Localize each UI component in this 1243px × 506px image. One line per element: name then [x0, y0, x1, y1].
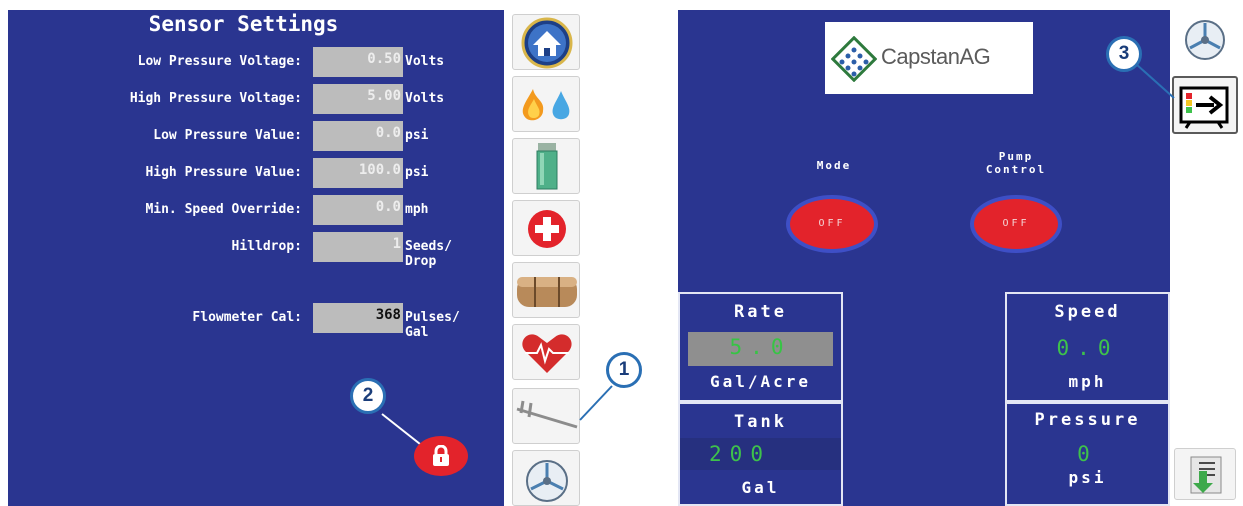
- caliper-icon: [516, 400, 578, 429]
- rate-value: 5.0: [729, 335, 792, 359]
- tank-icon: [517, 277, 577, 307]
- callout-1-leader: [579, 385, 613, 421]
- callout-3: 3: [1106, 36, 1142, 72]
- fire-water-icon: [522, 89, 570, 121]
- jar-icon: [536, 143, 558, 190]
- low-pressure-value-label: Low Pressure Value:: [153, 128, 302, 143]
- tank-unit: Gal: [741, 478, 780, 497]
- callout-3-leader: [1135, 63, 1175, 99]
- medical-cross-icon: [528, 210, 566, 248]
- tank-value: 200: [709, 442, 771, 466]
- flowmeter-cal-label: Flowmeter Cal:: [192, 310, 302, 325]
- low-pressure-voltage-label: Low Pressure Voltage:: [137, 54, 302, 69]
- fan-button[interactable]: [512, 450, 580, 506]
- high-pressure-value-label: High Pressure Value:: [145, 165, 302, 180]
- high-pressure-value-field[interactable]: 100.0: [313, 158, 403, 188]
- pump-control-label-line2: Control: [985, 163, 1047, 176]
- low-pressure-voltage-unit: Volts: [405, 54, 445, 69]
- high-pressure-voltage-field[interactable]: 5.00: [313, 84, 403, 114]
- pressure-unit: psi: [1068, 468, 1107, 487]
- min-speed-override-field[interactable]: 0.0: [313, 195, 403, 225]
- logo-diamond-icon: [831, 36, 877, 82]
- hilldrop-unit-line1: Seeds/: [405, 239, 452, 254]
- high-pressure-voltage-label: High Pressure Voltage:: [129, 91, 302, 106]
- main-run-screen: CapstanAG Mode OFF Pump Control OFF Rate…: [678, 10, 1170, 506]
- mode-label: Mode: [816, 159, 852, 172]
- health-monitor-button[interactable]: [512, 324, 580, 380]
- low-pressure-value-field[interactable]: 0.0: [313, 121, 403, 151]
- tank-title: Tank: [734, 412, 787, 432]
- pressure-title: Pressure: [1034, 410, 1141, 430]
- calibration-button[interactable]: [512, 388, 580, 444]
- callout-2: 2: [350, 378, 386, 414]
- speed-unit: mph: [1068, 372, 1107, 391]
- tank-tile[interactable]: Tank 200 Gal: [678, 402, 843, 506]
- home-button[interactable]: [512, 14, 580, 70]
- fan-icon: [526, 460, 568, 502]
- hilldrop-field[interactable]: 1: [313, 232, 403, 262]
- mode-toggle-button[interactable]: OFF: [786, 195, 878, 253]
- settings-menu-strip: [506, 10, 590, 506]
- low-pressure-value-unit: psi: [405, 128, 429, 143]
- logo-text: CapstanAG: [881, 44, 991, 69]
- lock-icon: [433, 445, 449, 466]
- hilldrop-unit: Seeds/ Drop: [405, 239, 452, 269]
- speed-tile[interactable]: Speed 0.0 mph: [1005, 292, 1170, 402]
- pump-control-label-line1: Pump: [998, 150, 1034, 163]
- fan-button-top[interactable]: [1172, 14, 1238, 68]
- rate-value-box: 5.0: [688, 332, 833, 366]
- home-icon: [521, 17, 573, 69]
- min-speed-override-unit: mph: [405, 202, 429, 217]
- flowmeter-cal-unit-line1: Pulses/: [405, 310, 460, 325]
- tank-button[interactable]: [512, 262, 580, 318]
- rate-tile[interactable]: Rate 5.0 Gal/Acre: [678, 292, 843, 402]
- tank-value-box: 200: [680, 438, 841, 470]
- low-pressure-voltage-field[interactable]: 0.50: [313, 47, 403, 77]
- heart-rate-icon: [522, 334, 572, 373]
- speed-title: Speed: [1054, 302, 1121, 322]
- exit-icon: [1179, 86, 1229, 129]
- rate-unit: Gal/Acre: [709, 372, 812, 391]
- page-title: Sensor Settings: [148, 12, 339, 36]
- jar-button[interactable]: [512, 138, 580, 194]
- rate-title: Rate: [734, 302, 787, 322]
- download-icon: [1190, 456, 1222, 494]
- pressure-value: 0: [1077, 442, 1098, 466]
- capstan-logo: CapstanAG: [825, 22, 1033, 94]
- speed-value: 0.0: [1056, 336, 1119, 360]
- hilldrop-label: Hilldrop:: [231, 239, 302, 254]
- callout-1: 1: [606, 352, 642, 388]
- flowmeter-cal-unit-line2: Gal: [405, 325, 429, 340]
- pump-control-label: Pump Control: [966, 150, 1066, 176]
- unlock-settings-button[interactable]: [414, 436, 468, 476]
- high-pressure-voltage-unit: Volts: [405, 91, 445, 106]
- flowmeter-cal-unit: Pulses/ Gal: [405, 310, 460, 340]
- fan-icon: [1185, 20, 1225, 60]
- flowmeter-cal-field[interactable]: 368: [313, 303, 403, 333]
- sensor-settings-screen: Sensor Settings Low Pressure Voltage: 0.…: [8, 10, 504, 506]
- min-speed-override-label: Min. Speed Override:: [145, 202, 302, 217]
- fire-water-button[interactable]: [512, 76, 580, 132]
- download-button[interactable]: [1174, 448, 1236, 500]
- pressure-tile[interactable]: Pressure 0 psi: [1005, 402, 1170, 506]
- high-pressure-value-unit: psi: [405, 165, 429, 180]
- pump-control-toggle-button[interactable]: OFF: [970, 195, 1062, 253]
- diagnostics-button[interactable]: [512, 200, 580, 256]
- hilldrop-unit-line2: Drop: [405, 254, 437, 269]
